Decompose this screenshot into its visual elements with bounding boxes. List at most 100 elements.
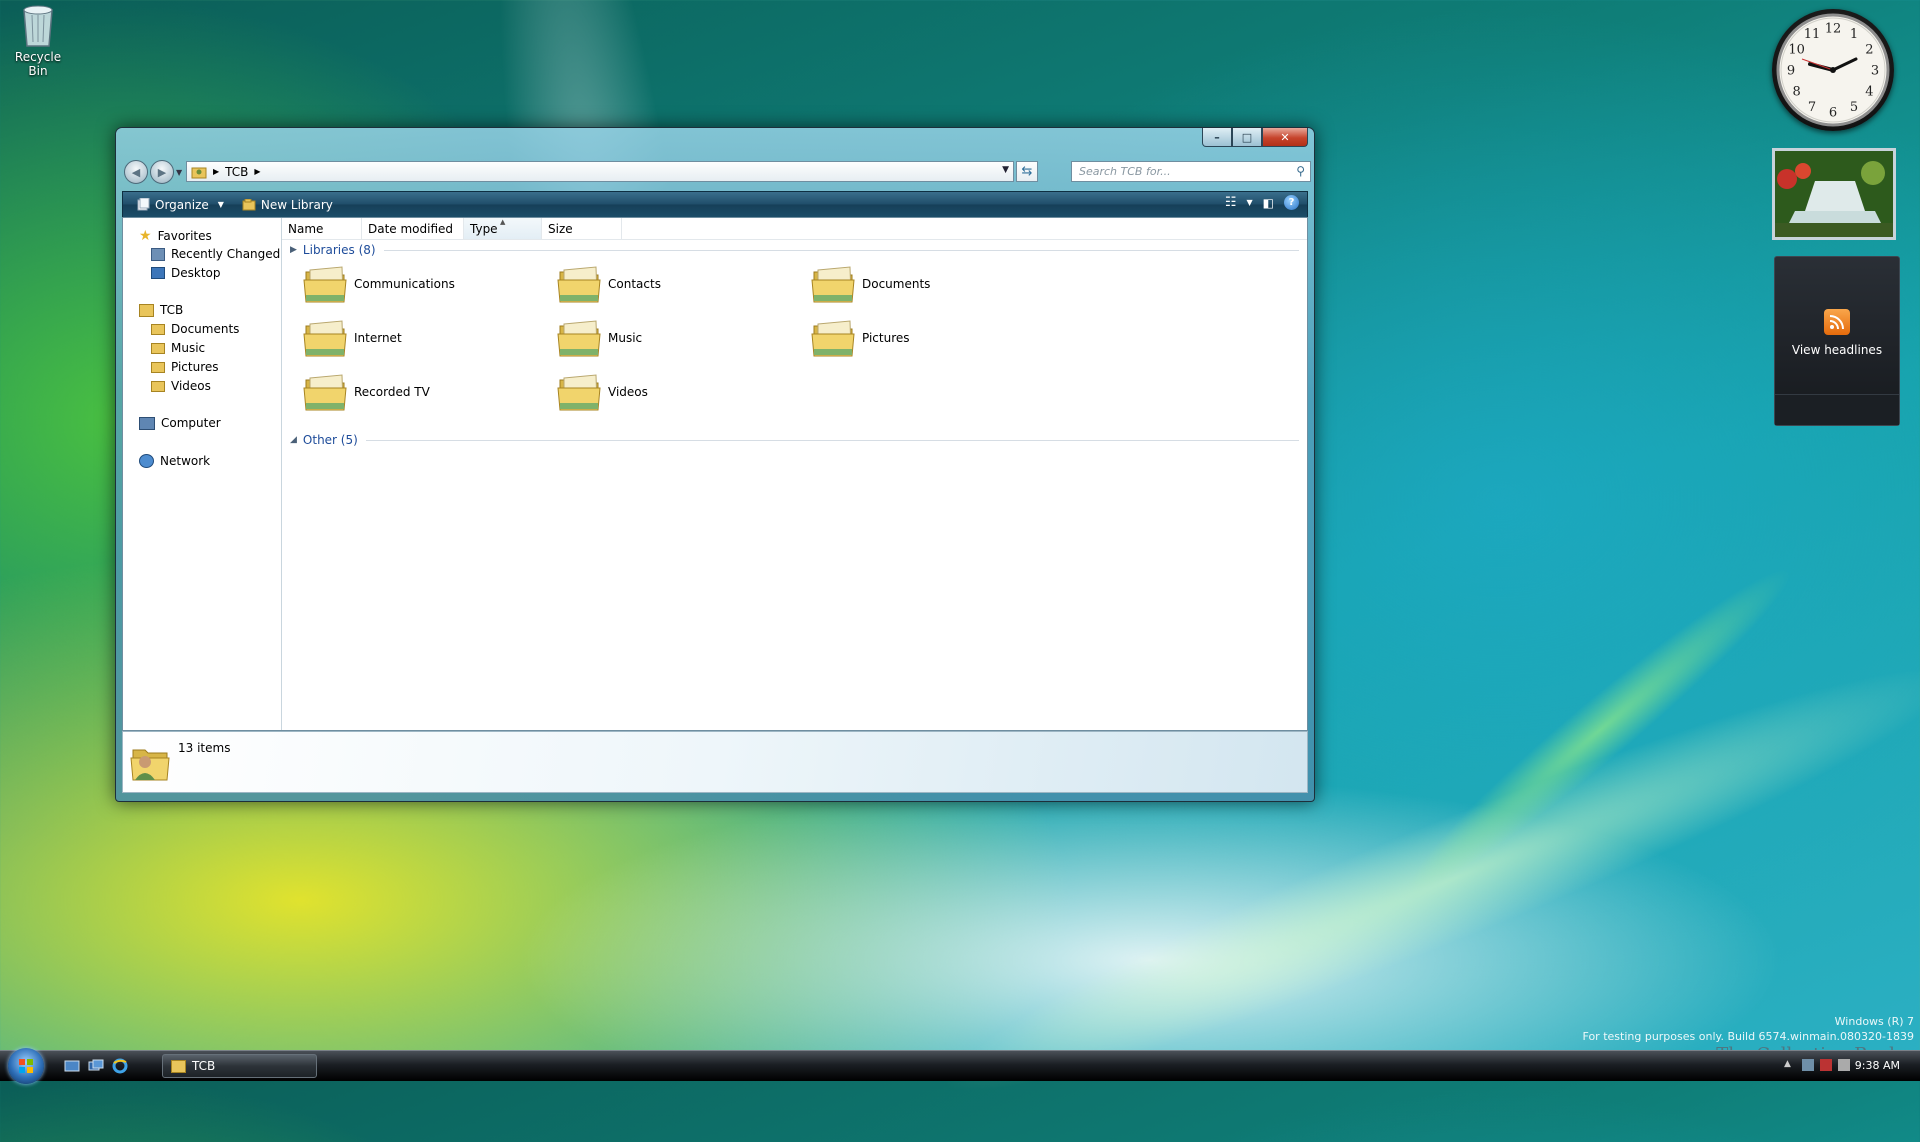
maximize-button[interactable]: □	[1232, 128, 1262, 147]
library-item[interactable]: Music	[556, 318, 642, 358]
nav-item-label: Videos	[171, 379, 211, 393]
nav-documents[interactable]: Documents	[151, 322, 239, 336]
show-desktop-icon[interactable]	[64, 1058, 80, 1074]
sort-ascending-icon: ▲	[500, 218, 506, 226]
column-header-date-modified[interactable]: Date modified	[362, 218, 464, 239]
library-item[interactable]: Communications	[302, 264, 455, 304]
folder-icon	[151, 380, 165, 392]
clock-numeral: 8	[1792, 85, 1800, 100]
network-tray-icon[interactable]	[1802, 1059, 1814, 1071]
clock-gadget[interactable]: 12 1 2 3 4 5 6 7 8 9 10 11	[1772, 9, 1894, 131]
nav-music[interactable]: Music	[151, 341, 205, 355]
clock-numeral: 6	[1829, 106, 1837, 121]
start-button[interactable]	[8, 1048, 44, 1084]
file-list: Name Date modified ▲ Type Size ▶ Librari…	[282, 218, 1307, 730]
breadcrumb-tcb[interactable]: TCB	[225, 165, 248, 179]
breadcrumb-separator-icon[interactable]: ▶	[254, 167, 260, 176]
address-bar[interactable]: ▶ TCB ▶ ▼	[186, 161, 1014, 182]
library-folder-icon	[557, 320, 601, 357]
nav-videos[interactable]: Videos	[151, 379, 211, 393]
library-label: Contacts	[608, 277, 661, 291]
library-folder-icon	[303, 266, 347, 303]
security-tray-icon[interactable]	[1820, 1059, 1832, 1071]
search-icon[interactable]: ⚲	[1296, 164, 1305, 178]
library-folder-icon	[811, 320, 855, 357]
nav-network[interactable]: Network	[139, 454, 210, 468]
nav-pictures[interactable]: Pictures	[151, 360, 219, 374]
forward-button[interactable]: ▶	[150, 160, 174, 184]
column-header-type[interactable]: ▲ Type	[464, 218, 542, 239]
group-libraries[interactable]: ▶ Libraries (8)	[290, 243, 1299, 257]
star-icon: ★	[139, 228, 152, 244]
recycle-bin-label: Recycle Bin	[14, 50, 62, 78]
navigation-row: ◀ ▶ ▼ ▶ TCB ▶ ▼ ⇆ Search TCB for... ⚲	[124, 160, 1311, 184]
library-label: Internet	[354, 331, 402, 345]
preview-pane-icon[interactable]: ◧	[1263, 196, 1274, 210]
column-headers: Name Date modified ▲ Type Size	[282, 218, 1307, 240]
organize-dropdown-icon: ▼	[217, 200, 224, 209]
internet-explorer-icon[interactable]	[112, 1058, 128, 1074]
minimize-button[interactable]: –	[1202, 128, 1232, 147]
help-icon[interactable]: ?	[1284, 195, 1299, 210]
library-item[interactable]: Contacts	[556, 264, 661, 304]
nav-favorites[interactable]: ★ Favorites	[139, 228, 212, 244]
new-library-button[interactable]: New Library	[238, 196, 337, 214]
library-item[interactable]: Documents	[810, 264, 930, 304]
view-headlines-link[interactable]: View headlines	[1792, 343, 1882, 357]
watermark-line-1: Windows (R) 7	[1834, 1015, 1914, 1028]
volume-tray-icon[interactable]	[1838, 1059, 1850, 1071]
views-dropdown-icon[interactable]: ▼	[1247, 198, 1253, 207]
library-item[interactable]: Videos	[556, 372, 648, 412]
clock-numeral: 11	[1804, 27, 1821, 42]
library-label: Recorded TV	[354, 385, 430, 399]
breadcrumb-separator-icon: ▶	[213, 167, 220, 176]
feed-headlines-gadget[interactable]: View headlines	[1774, 256, 1900, 426]
back-button[interactable]: ◀	[124, 160, 148, 184]
column-header-size[interactable]: Size	[542, 218, 622, 239]
nav-computer[interactable]: Computer	[139, 416, 221, 430]
expand-chevron-icon: ▶	[290, 245, 297, 255]
group-divider	[365, 439, 1299, 441]
library-item[interactable]: Internet	[302, 318, 402, 358]
user-folder-icon	[171, 1059, 186, 1073]
user-folder-large-icon	[130, 749, 170, 781]
nav-desktop[interactable]: Desktop	[151, 266, 221, 280]
group-label: Other (5)	[302, 433, 358, 447]
folder-icon	[151, 361, 165, 373]
recent-folder-icon	[151, 247, 165, 261]
slideshow-gadget[interactable]	[1772, 148, 1896, 240]
group-other[interactable]: ◢ Other (5)	[290, 433, 1299, 447]
switch-windows-icon[interactable]	[88, 1058, 104, 1074]
details-pane: 13 items	[122, 731, 1308, 793]
library-label: Music	[608, 331, 643, 345]
nav-user-tcb[interactable]: TCB	[139, 303, 183, 317]
recycle-bin-icon	[23, 5, 53, 47]
address-dropdown-icon[interactable]: ▼	[1002, 165, 1009, 175]
library-label: Documents	[862, 277, 931, 291]
taskbar-window-tcb[interactable]: TCB	[162, 1054, 317, 1078]
clock-numeral: 4	[1865, 85, 1873, 100]
taskbar-window-label: TCB	[192, 1059, 216, 1073]
nav-favorites-label: Favorites	[157, 229, 212, 243]
close-button[interactable]: ✕	[1262, 128, 1308, 147]
library-item[interactable]: Recorded TV	[302, 372, 430, 412]
clock-time[interactable]: 9:38 AM	[1855, 1059, 1900, 1072]
organize-button[interactable]: Organize ▼	[133, 196, 228, 214]
build-watermark: Windows (R) 7 For testing purposes only.…	[1583, 1014, 1914, 1044]
nav-item-label: Pictures	[171, 360, 219, 374]
folder-icon	[151, 342, 165, 354]
library-item[interactable]: Pictures	[810, 318, 910, 358]
recent-pages-dropdown-icon[interactable]: ▼	[176, 168, 182, 177]
recycle-bin-desktop-icon[interactable]: Recycle Bin	[4, 2, 72, 78]
search-box[interactable]: Search TCB for... ⚲	[1071, 161, 1311, 182]
clock-numeral: 10	[1788, 43, 1805, 58]
item-count: 13 items	[178, 741, 231, 755]
explorer-window[interactable]: – □ ✕ ◀ ▶ ▼ ▶ TCB ▶ ▼ ⇆ Search TCB for..…	[115, 127, 1315, 802]
show-hidden-icons-icon[interactable]: ▲	[1784, 1059, 1796, 1071]
user-folder-icon	[191, 167, 207, 178]
refresh-button[interactable]: ⇆	[1016, 161, 1038, 182]
views-icon[interactable]: ☷	[1225, 195, 1237, 210]
back-arrow-icon: ◀	[131, 165, 141, 179]
column-header-name[interactable]: Name	[282, 218, 362, 239]
nav-recently-changed[interactable]: Recently Changed	[151, 247, 280, 261]
